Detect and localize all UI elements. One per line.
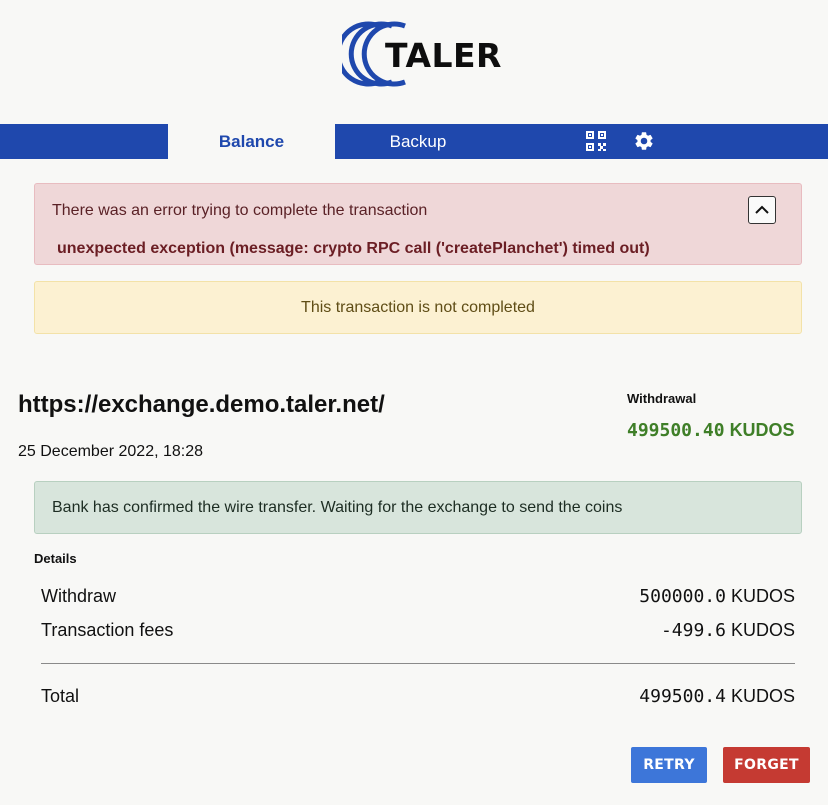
tab-backup[interactable]: Backup: [335, 124, 501, 159]
logo-text: TALER: [385, 36, 502, 75]
forget-button[interactable]: FORGET: [723, 747, 810, 783]
tab-balance[interactable]: Balance: [168, 124, 335, 159]
nav-bar: Balance Backup: [0, 124, 828, 159]
detail-row-withdraw: Withdraw 500000.0 KUDOS: [41, 586, 795, 610]
transaction-amount-value: 499500.40: [627, 420, 725, 441]
status-info-text: Bank has confirmed the wire transfer. Wa…: [52, 498, 623, 516]
exchange-url: https://exchange.demo.taler.net/: [18, 391, 385, 418]
detail-label: Withdraw: [41, 586, 117, 606]
status-info: Bank has confirmed the wire transfer. Wa…: [34, 481, 802, 534]
details-divider: [41, 663, 795, 664]
qr-code-icon[interactable]: [585, 130, 607, 152]
transaction-amount-currency: KUDOS: [729, 420, 795, 440]
detail-label: Transaction fees: [41, 620, 174, 640]
taler-logo: TALER: [342, 20, 501, 88]
transaction-amount: 499500.40 KUDOS: [627, 420, 795, 441]
error-message: unexpected exception (message: crypto RP…: [57, 240, 650, 257]
detail-row-fees: Transaction fees -499.6 KUDOS: [41, 620, 795, 644]
total-label: Total: [41, 686, 80, 706]
detail-value: 500000.0 KUDOS: [639, 586, 795, 607]
transaction-date: 25 December 2022, 18:28: [18, 443, 204, 460]
detail-value: -499.6 KUDOS: [660, 620, 795, 641]
detail-row-total: Total 499500.4 KUDOS: [41, 686, 795, 710]
error-alert: There was an error trying to complete th…: [34, 183, 802, 265]
collapse-error-button[interactable]: [748, 196, 776, 224]
retry-button[interactable]: RETRY: [631, 747, 707, 783]
transaction-kind: Withdrawal: [627, 391, 697, 406]
incomplete-warning: This transaction is not completed: [34, 281, 802, 334]
error-title: There was an error trying to complete th…: [52, 202, 428, 219]
total-value: 499500.4 KUDOS: [639, 686, 795, 707]
gear-icon[interactable]: [633, 130, 655, 152]
chevron-up-icon: [755, 205, 769, 214]
details-heading: Details: [34, 551, 77, 566]
